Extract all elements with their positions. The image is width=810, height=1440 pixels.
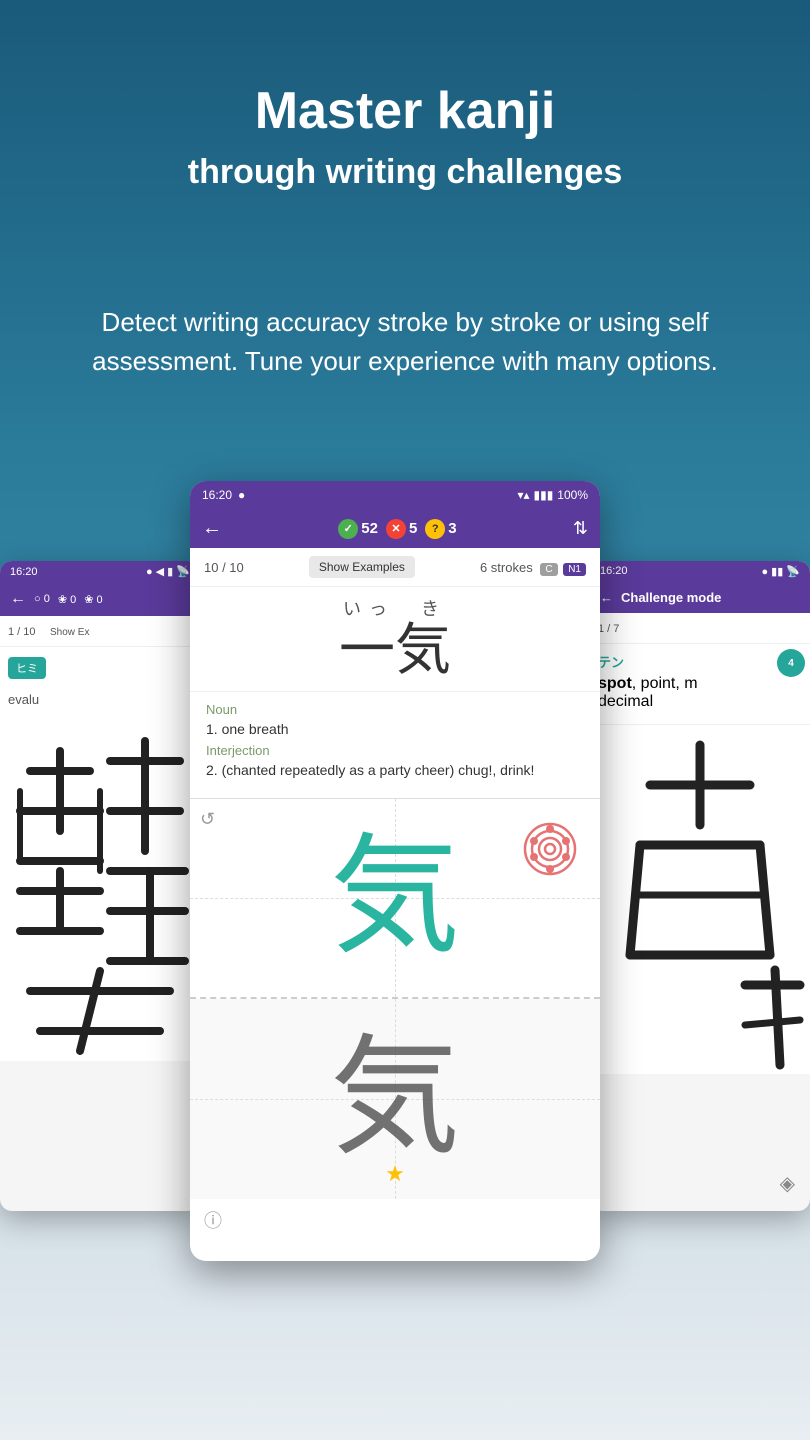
left-kanji-svg bbox=[0, 711, 200, 1061]
drawing-bottom-bar: ⓘ bbox=[190, 1199, 600, 1241]
stat-red-circle: ✕ bbox=[386, 519, 406, 539]
left-back-icon[interactable]: ← bbox=[10, 590, 26, 608]
kanji-stroke-teal: 気 bbox=[330, 833, 460, 963]
stat-yellow-item: ? 3 bbox=[425, 519, 456, 539]
right-status-bar: 16:20 ● ▮▮ 📡 bbox=[590, 561, 810, 582]
refresh-icon[interactable]: ↺ bbox=[200, 809, 215, 830]
kanji-display-area: いっ き 一気 bbox=[190, 587, 600, 691]
hero-subtitle: through writing challenges bbox=[60, 152, 750, 193]
center-status-bar: 16:20 ● ▾▴ ▮▮▮ 100% bbox=[190, 481, 600, 509]
stat-green-circle: ✓ bbox=[338, 519, 358, 539]
phone-right: 16:20 ● ▮▮ 📡 ← Challenge mode 1 / 7 4 テン… bbox=[590, 561, 810, 1211]
left-toolbar: ← ○ 0 ❀ 0 ❀ 0 bbox=[0, 582, 200, 616]
stat-yellow-circle: ? bbox=[425, 519, 445, 539]
battery-text: 100% bbox=[557, 488, 588, 502]
right-progress: 1 / 7 bbox=[598, 623, 619, 635]
strokes-text: 6 strokes bbox=[480, 560, 533, 575]
right-time: 16:20 bbox=[600, 565, 628, 578]
left-eval-area: evalu bbox=[0, 689, 200, 711]
right-card-content: 4 テン spot, point, m decimal bbox=[590, 644, 810, 724]
hero-description: Detect writing accuracy stroke by stroke… bbox=[65, 303, 745, 381]
center-card-header: 10 / 10 Show Examples 6 strokes C N1 bbox=[190, 548, 600, 587]
kanji-reading: いっ き bbox=[190, 595, 600, 621]
right-card-header: 1 / 7 bbox=[590, 613, 810, 644]
left-show-examples: Show Ex bbox=[50, 627, 89, 638]
left-progress: 1 / 10 bbox=[8, 626, 36, 638]
phone-left: 16:20 ● ◀ ▮ 📡 ← ○ 0 ❀ 0 ❀ 0 1 / 10 Show … bbox=[0, 561, 200, 1211]
left-eval-text: evalu bbox=[8, 692, 39, 707]
right-meaning-bold: spot bbox=[598, 675, 632, 692]
phone-center: 16:20 ● ▾▴ ▮▮▮ 100% ← ✓ 52 ✕ 5 bbox=[190, 481, 600, 1261]
stat-green-item: ✓ 52 bbox=[338, 519, 378, 539]
drawing-grid-bottom[interactable]: 気 ★ bbox=[190, 999, 600, 1199]
right-kanji-area bbox=[590, 724, 810, 1074]
left-card-header: 1 / 10 Show Ex bbox=[0, 616, 200, 647]
right-meaning-rest: , point, m bbox=[632, 675, 698, 692]
center-sort-icon[interactable]: ⇅ bbox=[573, 518, 588, 539]
right-teal-badge: 4 bbox=[777, 649, 805, 677]
right-toolbar-title: Challenge mode bbox=[621, 590, 721, 605]
spiral-icon bbox=[520, 819, 580, 879]
kanji-char: 一気 bbox=[190, 621, 600, 683]
hero-title: Master kanji bbox=[60, 80, 750, 142]
badge-n1: N1 bbox=[563, 563, 586, 576]
meaning-1: 1. one breath bbox=[206, 721, 584, 737]
left-status-icons: ● ◀ ▮ 📡 bbox=[146, 565, 190, 578]
left-time: 16:20 bbox=[10, 566, 38, 578]
meaning-2: 2. (chanted repeatedly as a party cheer)… bbox=[206, 762, 584, 778]
right-meaning-line2: decimal bbox=[598, 693, 802, 711]
star-icon[interactable]: ★ bbox=[385, 1161, 405, 1187]
left-status-bar: 16:20 ● ◀ ▮ 📡 bbox=[0, 561, 200, 582]
drawing-grid-top[interactable]: ↺ 気 bbox=[190, 799, 600, 999]
stat-red-num: 5 bbox=[409, 520, 417, 537]
wifi-icon: ▾▴ bbox=[517, 488, 529, 502]
pos-interjection-label: Interjection bbox=[206, 743, 584, 758]
phones-container: 16:20 ● ◀ ▮ 📡 ← ○ 0 ❀ 0 ❀ 0 1 / 10 Show … bbox=[0, 481, 810, 1281]
strokes-info: 6 strokes C N1 bbox=[480, 560, 586, 575]
info-icon[interactable]: ⓘ bbox=[204, 1207, 222, 1233]
right-back-arrow[interactable]: ← bbox=[600, 590, 613, 605]
left-teal-tag-area: ヒミ bbox=[0, 647, 200, 689]
signal-icon: ▮▮▮ bbox=[533, 488, 553, 502]
kanji-stroke-dark: 気 bbox=[330, 1034, 460, 1164]
center-app-toolbar: ← ✓ 52 ✕ 5 ? 3 ⇅ bbox=[190, 509, 600, 548]
center-time: 16:20 bbox=[202, 488, 232, 502]
pos-noun-label: Noun bbox=[206, 702, 584, 717]
center-back-arrow[interactable]: ← bbox=[202, 517, 222, 540]
left-teal-tag: ヒミ bbox=[8, 657, 46, 679]
center-status-dot: ● bbox=[238, 488, 245, 502]
stat-red-item: ✕ 5 bbox=[386, 519, 417, 539]
hero-section: Master kanji through writing challenges … bbox=[0, 0, 810, 421]
badge-c: C bbox=[540, 563, 557, 576]
right-meaning: spot, point, m decimal bbox=[598, 675, 802, 711]
center-progress: 10 / 10 bbox=[204, 560, 244, 575]
stat-yellow-num: 3 bbox=[448, 520, 456, 537]
drawing-area[interactable]: ↺ 気 bbox=[190, 798, 600, 1241]
right-kanji-svg bbox=[590, 725, 810, 1074]
stack-icon-area: ◈ bbox=[780, 1171, 795, 1196]
left-kanji-area bbox=[0, 711, 200, 1061]
right-toolbar: ← Challenge mode bbox=[590, 582, 810, 613]
meaning-section: Noun 1. one breath Interjection 2. (chan… bbox=[190, 691, 600, 798]
stat-green-num: 52 bbox=[361, 520, 378, 537]
center-toolbar-stats: ✓ 52 ✕ 5 ? 3 bbox=[338, 519, 456, 539]
stack-icon: ◈ bbox=[780, 1173, 795, 1195]
right-ten-text: テン bbox=[598, 652, 802, 671]
show-examples-button[interactable]: Show Examples bbox=[309, 556, 415, 578]
